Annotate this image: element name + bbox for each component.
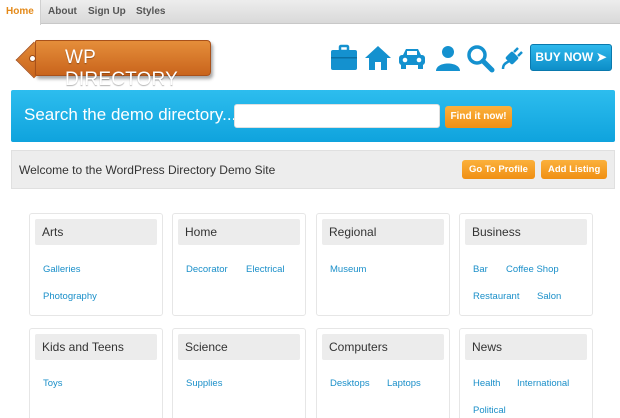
nav-home[interactable]: Home — [0, 0, 41, 25]
house-icon[interactable] — [363, 43, 393, 73]
category-link-restaurant[interactable]: Restaurant — [473, 291, 519, 302]
search-bar: Search the demo directory... Find it now… — [11, 90, 615, 142]
top-nav: Home About Sign Up Styles — [0, 0, 620, 25]
category-title[interactable]: Computers — [322, 334, 444, 360]
category-computers: Computers Desktops Laptops — [316, 328, 450, 418]
category-title[interactable]: Science — [178, 334, 300, 360]
category-title[interactable]: Business — [465, 219, 587, 245]
person-icon[interactable] — [433, 43, 463, 73]
category-kids-and-teens: Kids and Teens Toys — [29, 328, 163, 418]
category-link-desktops[interactable]: Desktops — [330, 378, 370, 389]
logo-tag-hole — [29, 55, 36, 62]
category-link-political[interactable]: Political — [473, 405, 506, 416]
category-link-electrical[interactable]: Electrical — [246, 264, 285, 275]
add-listing-button[interactable]: Add Listing — [541, 160, 608, 179]
category-link-galleries[interactable]: Galleries — [43, 264, 81, 275]
find-it-now-button[interactable]: Find it now! — [445, 106, 512, 128]
search-input[interactable] — [234, 104, 440, 128]
nav-about[interactable]: About — [42, 0, 83, 24]
category-link-toys[interactable]: Toys — [43, 378, 63, 389]
category-link-museum[interactable]: Museum — [330, 264, 366, 275]
plug-icon[interactable] — [497, 43, 527, 73]
category-title[interactable]: Kids and Teens — [35, 334, 157, 360]
buy-now-button[interactable]: BUY NOW ➤ — [530, 44, 612, 71]
category-title[interactable]: Home — [178, 219, 300, 245]
welcome-bar: Welcome to the WordPress Directory Demo … — [11, 150, 615, 189]
nav-styles[interactable]: Styles — [130, 0, 171, 24]
category-link-coffee-shop[interactable]: Coffee Shop — [506, 264, 559, 275]
site-logo[interactable]: WP DIRECTORY — [15, 38, 213, 90]
category-regional: Regional Museum — [316, 213, 450, 316]
category-link-international[interactable]: International — [517, 378, 569, 389]
welcome-text: Welcome to the WordPress Directory Demo … — [19, 163, 276, 177]
category-science: Science Supplies — [172, 328, 306, 418]
category-home: Home Decorator Electrical — [172, 213, 306, 316]
go-to-profile-button[interactable]: Go To Profile — [462, 160, 535, 179]
category-news: News Health International Political — [459, 328, 593, 418]
category-title[interactable]: Arts — [35, 219, 157, 245]
briefcase-icon[interactable] — [329, 43, 359, 73]
magnifier-icon[interactable] — [465, 43, 495, 73]
category-link-bar[interactable]: Bar — [473, 264, 488, 275]
category-title[interactable]: Regional — [322, 219, 444, 245]
search-label: Search the demo directory... — [24, 105, 237, 124]
category-link-health[interactable]: Health — [473, 378, 500, 389]
category-business: Business Bar Coffee Shop Restaurant Salo… — [459, 213, 593, 316]
category-link-photography[interactable]: Photography — [43, 291, 97, 302]
category-link-salon[interactable]: Salon — [537, 291, 561, 302]
category-link-supplies[interactable]: Supplies — [186, 378, 222, 389]
category-title[interactable]: News — [465, 334, 587, 360]
logo-text: WP DIRECTORY — [65, 47, 179, 90]
nav-sign-up[interactable]: Sign Up — [82, 0, 132, 24]
category-link-decorator[interactable]: Decorator — [186, 264, 228, 275]
category-arts: Arts Galleries Photography — [29, 213, 163, 316]
car-icon[interactable] — [397, 43, 427, 73]
category-link-laptops[interactable]: Laptops — [387, 378, 421, 389]
